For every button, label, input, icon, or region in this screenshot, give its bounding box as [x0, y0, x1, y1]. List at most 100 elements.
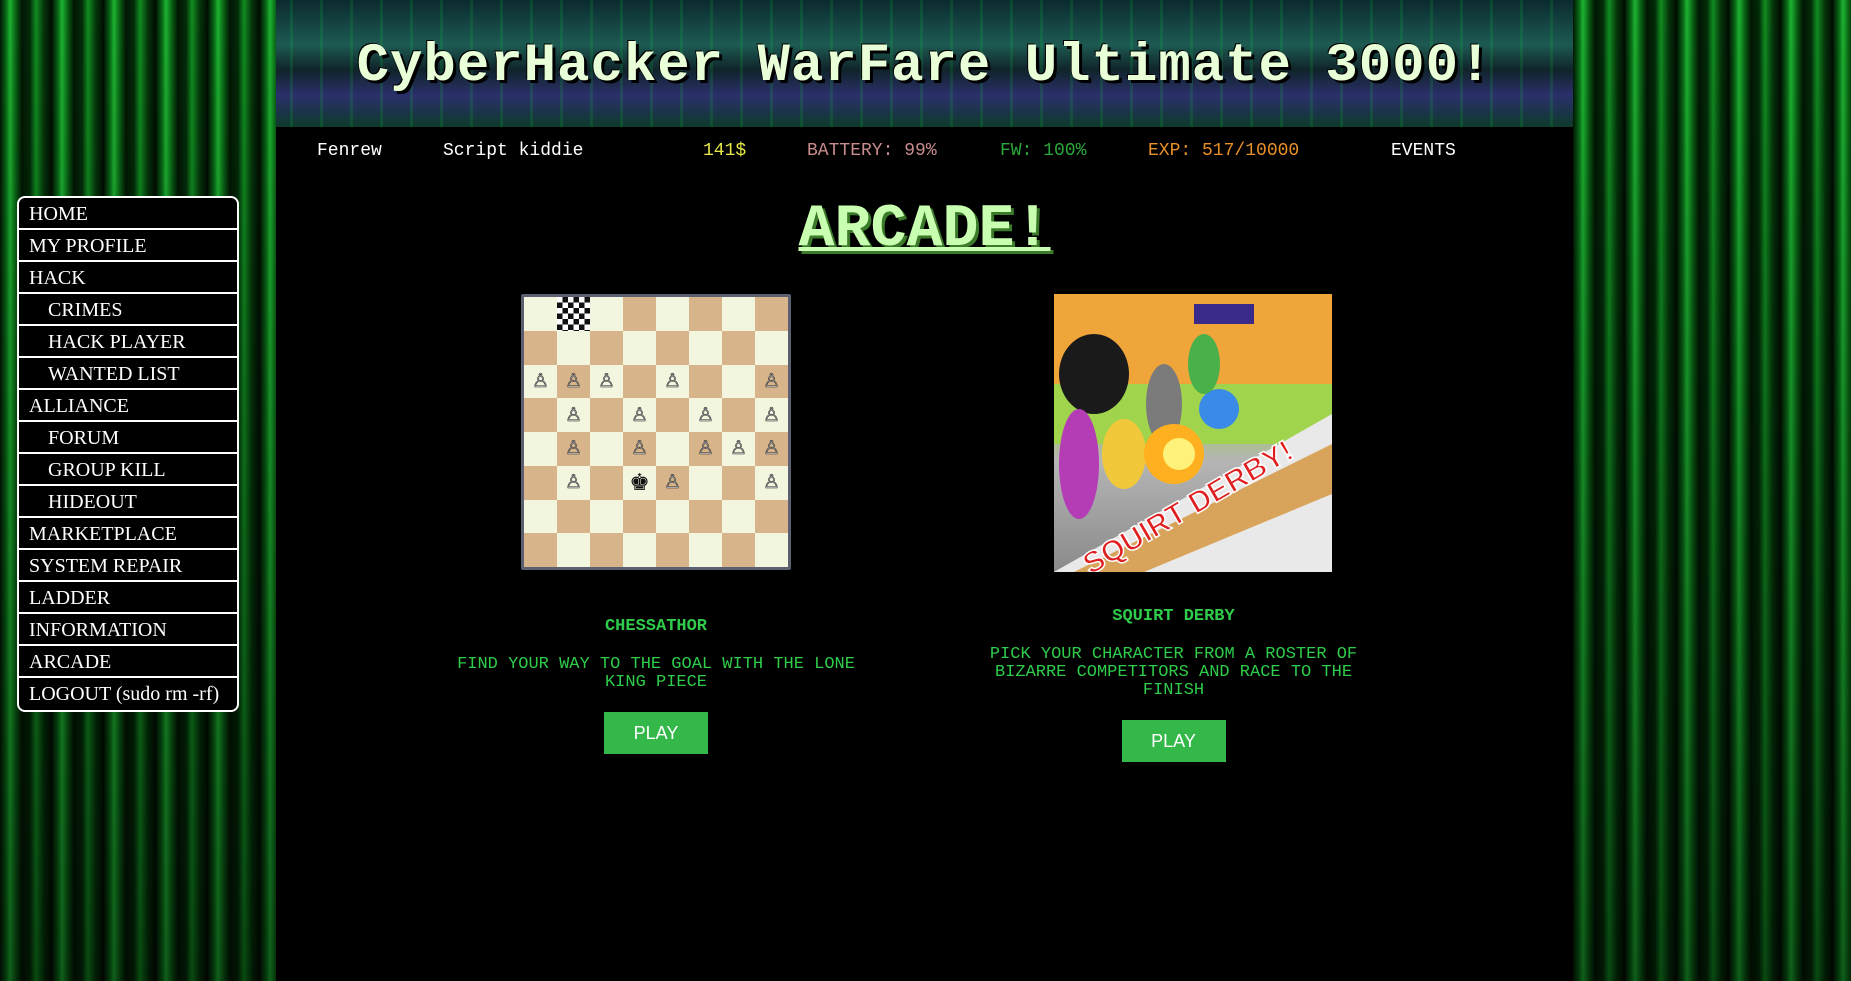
game-description: FIND YOUR WAY TO THE GOAL WITH THE LONE …: [457, 655, 855, 692]
pawn-icon: ♙: [762, 438, 781, 460]
chess-square: ♙: [656, 364, 689, 399]
chess-square: [689, 499, 722, 534]
events-link[interactable]: EVENTS: [1391, 141, 1456, 161]
chess-square: [755, 533, 788, 567]
chess-square: [524, 297, 557, 331]
chess-square: ♙: [689, 398, 722, 432]
chess-square: ♙: [722, 432, 755, 466]
chess-square: ♙: [755, 364, 788, 399]
chess-square: [689, 364, 722, 399]
pawn-icon: ♙: [663, 370, 682, 393]
nav-item-my-profile[interactable]: MY PROFILE: [19, 230, 237, 262]
chess-square: ♙: [557, 364, 590, 399]
chess-square: [524, 432, 557, 466]
chess-square: [623, 499, 656, 534]
chess-square: [590, 499, 623, 534]
chess-square: ♙: [623, 432, 656, 466]
nav-item-wanted-list[interactable]: WANTED LIST: [19, 358, 237, 390]
firewall-status: FW: 100%: [1000, 141, 1087, 161]
chess-square: [722, 398, 755, 432]
chess-square: [755, 297, 788, 331]
chess-square: [623, 364, 656, 399]
chessathor-thumbnail[interactable]: ♙ ♙ ♙ ♙ ♙ ♙ ♙ ♙ ♙ ♙ ♙ ♙ ♙ ♙ ♙ ♚ ♙ ♙: [521, 294, 791, 570]
chess-square: [590, 432, 623, 466]
nav-item-hack[interactable]: HACK: [19, 262, 237, 294]
pawn-icon: ♙: [564, 472, 583, 494]
chess-square: ♙: [689, 432, 722, 466]
chess-square: [656, 499, 689, 534]
nav-item-logout-sudo-rm-rf[interactable]: LOGOUT (sudo rm -rf): [19, 678, 237, 710]
nav-item-home[interactable]: HOME: [19, 198, 237, 230]
username-link[interactable]: Fenrew: [317, 141, 382, 161]
nav-item-crimes[interactable]: CRIMES: [19, 294, 237, 326]
experience-status: EXP: 517/10000: [1148, 141, 1300, 161]
chess-square: [590, 398, 623, 432]
chess-square: [722, 297, 755, 331]
site-title: CyberHacker WarFare Ultimate 3000!: [356, 36, 1493, 97]
player-rank: Script kiddie: [443, 141, 584, 161]
chess-square: [524, 533, 557, 567]
chess-square: [557, 499, 590, 534]
king-icon: ♚: [629, 469, 650, 495]
squirt-derby-artwork: SQUIRT DERBY!: [1054, 294, 1332, 572]
pawn-icon: ♙: [564, 370, 583, 393]
chess-square: ♙: [524, 364, 557, 399]
nav-item-hack-player[interactable]: HACK PLAYER: [19, 326, 237, 358]
chess-square: [722, 533, 755, 567]
pawn-icon: ♙: [597, 370, 616, 393]
pawn-icon: ♙: [531, 370, 550, 393]
pawn-icon: ♙: [564, 438, 583, 460]
chess-square: ♙: [656, 465, 689, 500]
main-content: CyberHacker WarFare Ultimate 3000! Fenre…: [276, 0, 1573, 981]
chess-square: [524, 465, 557, 500]
pawn-icon: ♙: [564, 404, 583, 426]
chess-square: ♙: [623, 398, 656, 432]
nav-item-arcade[interactable]: ARCADE: [19, 646, 237, 678]
pawn-icon: ♙: [729, 438, 748, 460]
chess-square: [722, 330, 755, 365]
nav-item-forum[interactable]: FORUM: [19, 422, 237, 454]
game-title: SQUIRT DERBY: [1112, 607, 1235, 626]
chess-square: [689, 465, 722, 500]
main-navigation: HOME MY PROFILE HACK CRIMES HACK PLAYER WANTE…: [17, 196, 239, 712]
chess-square: [755, 330, 788, 365]
chess-square: [557, 533, 590, 567]
chess-square: ♚: [623, 465, 656, 500]
nav-item-ladder[interactable]: LADDER: [19, 582, 237, 614]
nav-item-alliance[interactable]: ALLIANCE: [19, 390, 237, 422]
chess-square: [722, 465, 755, 500]
chess-square: ♙: [557, 432, 590, 466]
chess-square: [689, 297, 722, 331]
chess-square: [656, 398, 689, 432]
chess-square: [623, 297, 656, 331]
chess-square: ♙: [590, 364, 623, 399]
chess-square: [590, 330, 623, 365]
chess-square: [656, 533, 689, 567]
chess-square: [590, 297, 623, 331]
pawn-icon: ♙: [762, 472, 781, 494]
goal-square: [557, 297, 590, 331]
pawn-icon: ♙: [696, 404, 715, 426]
squirt-derby-thumbnail[interactable]: SQUIRT DERBY!: [1054, 294, 1332, 572]
money-balance: 141$: [703, 141, 747, 161]
nav-item-marketplace[interactable]: MARKETPLACE: [19, 518, 237, 550]
chess-square: [623, 533, 656, 567]
chess-square: [524, 398, 557, 432]
nav-item-information[interactable]: INFORMATION: [19, 614, 237, 646]
squirt-derby-card: SQUIRT DERBY PICK YOUR CHARACTER FROM A …: [946, 607, 1401, 762]
battery-status: BATTERY: 99%: [807, 141, 937, 161]
chess-square: [524, 499, 557, 534]
chessathor-play-button[interactable]: PLAY: [604, 712, 708, 754]
chess-square: [656, 330, 689, 365]
pawn-icon: ♙: [696, 438, 715, 460]
pawn-icon: ♙: [663, 472, 682, 494]
chess-square: [689, 330, 722, 365]
nav-item-group-kill[interactable]: GROUP KILL: [19, 454, 237, 486]
squirt-derby-play-button[interactable]: PLAY: [1121, 720, 1226, 762]
chess-square: ♙: [557, 398, 590, 432]
nav-item-hideout[interactable]: HIDEOUT: [19, 486, 237, 518]
chess-square: [623, 330, 656, 365]
nav-item-system-repair[interactable]: SYSTEM REPAIR: [19, 550, 237, 582]
pawn-icon: ♙: [630, 438, 649, 460]
chess-square: [524, 330, 557, 365]
